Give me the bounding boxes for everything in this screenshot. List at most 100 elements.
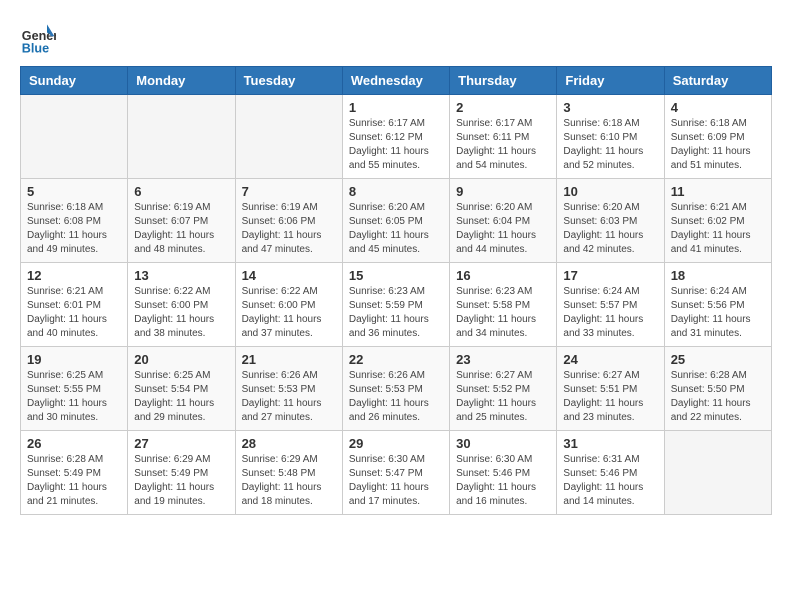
calendar-cell: 15 Sunrise: 6:23 AM Sunset: 5:59 PM Dayli… xyxy=(342,263,449,347)
calendar-cell: 30 Sunrise: 6:30 AM Sunset: 5:46 PM Dayli… xyxy=(450,431,557,515)
calendar-cell: 8Sunrise: 6:20 AM Sunset: 6:05 PM Daylig… xyxy=(342,179,449,263)
calendar-cell: 10Sunrise: 6:20 AM Sunset: 6:03 PM Dayli… xyxy=(557,179,664,263)
day-number: 18 xyxy=(671,268,765,283)
day-number: 26 xyxy=(27,436,121,451)
day-info: Sunrise: 6:18 AM Sunset: 6:09 PM Dayligh… xyxy=(671,117,765,173)
day-number: 30 xyxy=(456,436,550,451)
day-header-thursday: Thursday xyxy=(450,67,557,95)
calendar-cell: 28 Sunrise: 6:29 AM Sunset: 5:48 PM Dayli… xyxy=(235,431,342,515)
day-number: 11 xyxy=(671,184,765,199)
day-number: 28 xyxy=(242,436,336,451)
calendar-cell: 29 Sunrise: 6:30 AM Sunset: 5:47 PM Dayli… xyxy=(342,431,449,515)
day-info: Sunrise: 6:29 AM Sunset: 5:49 PM Dayligh… xyxy=(134,453,228,509)
day-info: Sunrise: 6:22 AM Sunset: 6:00 PM Dayligh… xyxy=(242,285,336,341)
calendar-cell: 20 Sunrise: 6:25 AM Sunset: 5:54 PM Dayli… xyxy=(128,347,235,431)
logo-icon: General Blue xyxy=(20,20,56,56)
day-number: 1 xyxy=(349,100,443,115)
calendar-cell: 17 Sunrise: 6:24 AM Sunset: 5:57 PM Dayli… xyxy=(557,263,664,347)
day-info: Sunrise: 6:23 AM Sunset: 5:58 PM Dayligh… xyxy=(456,285,550,341)
day-number: 6 xyxy=(134,184,228,199)
day-info: Sunrise: 6:26 AM Sunset: 5:53 PM Dayligh… xyxy=(349,369,443,425)
day-info: Sunrise: 6:20 AM Sunset: 6:04 PM Dayligh… xyxy=(456,201,550,257)
calendar-cell: 23Sunrise: 6:27 AM Sunset: 5:52 PM Dayli… xyxy=(450,347,557,431)
calendar-cell: 27 Sunrise: 6:29 AM Sunset: 5:49 PM Dayli… xyxy=(128,431,235,515)
day-info: Sunrise: 6:23 AM Sunset: 5:59 PM Dayligh… xyxy=(349,285,443,341)
day-info: Sunrise: 6:18 AM Sunset: 6:10 PM Dayligh… xyxy=(563,117,657,173)
calendar-cell: 6 Sunrise: 6:19 AM Sunset: 6:07 PM Daylig… xyxy=(128,179,235,263)
calendar-cell: 22Sunrise: 6:26 AM Sunset: 5:53 PM Dayli… xyxy=(342,347,449,431)
day-info: Sunrise: 6:31 AM Sunset: 5:46 PM Dayligh… xyxy=(563,453,657,509)
day-info: Sunrise: 6:17 AM Sunset: 6:11 PM Dayligh… xyxy=(456,117,550,173)
day-info: Sunrise: 6:30 AM Sunset: 5:47 PM Dayligh… xyxy=(349,453,443,509)
day-info: Sunrise: 6:21 AM Sunset: 6:02 PM Dayligh… xyxy=(671,201,765,257)
day-number: 15 xyxy=(349,268,443,283)
calendar-cell: 4 Sunrise: 6:18 AM Sunset: 6:09 PM Daylig… xyxy=(664,95,771,179)
day-info: Sunrise: 6:28 AM Sunset: 5:50 PM Dayligh… xyxy=(671,369,765,425)
calendar-cell: 18Sunrise: 6:24 AM Sunset: 5:56 PM Dayli… xyxy=(664,263,771,347)
day-info: Sunrise: 6:28 AM Sunset: 5:49 PM Dayligh… xyxy=(27,453,121,509)
calendar-cell: 16 Sunrise: 6:23 AM Sunset: 5:58 PM Dayli… xyxy=(450,263,557,347)
calendar-cell: 9Sunrise: 6:20 AM Sunset: 6:04 PM Daylig… xyxy=(450,179,557,263)
day-number: 24 xyxy=(563,352,657,367)
day-info: Sunrise: 6:26 AM Sunset: 5:53 PM Dayligh… xyxy=(242,369,336,425)
calendar-week-5: 26 Sunrise: 6:28 AM Sunset: 5:49 PM Dayli… xyxy=(21,431,772,515)
calendar-table: SundayMondayTuesdayWednesdayThursdayFrid… xyxy=(20,66,772,515)
day-header-monday: Monday xyxy=(128,67,235,95)
calendar-header-row: SundayMondayTuesdayWednesdayThursdayFrid… xyxy=(21,67,772,95)
day-number: 7 xyxy=(242,184,336,199)
day-info: Sunrise: 6:21 AM Sunset: 6:01 PM Dayligh… xyxy=(27,285,121,341)
day-info: Sunrise: 6:19 AM Sunset: 6:06 PM Dayligh… xyxy=(242,201,336,257)
day-header-friday: Friday xyxy=(557,67,664,95)
calendar-cell xyxy=(128,95,235,179)
day-number: 4 xyxy=(671,100,765,115)
calendar-cell: 24 Sunrise: 6:27 AM Sunset: 5:51 PM Dayli… xyxy=(557,347,664,431)
day-info: Sunrise: 6:27 AM Sunset: 5:51 PM Dayligh… xyxy=(563,369,657,425)
calendar-cell: 25 Sunrise: 6:28 AM Sunset: 5:50 PM Dayli… xyxy=(664,347,771,431)
calendar-cell: 26 Sunrise: 6:28 AM Sunset: 5:49 PM Dayli… xyxy=(21,431,128,515)
day-number: 20 xyxy=(134,352,228,367)
day-info: Sunrise: 6:19 AM Sunset: 6:07 PM Dayligh… xyxy=(134,201,228,257)
calendar-cell: 2 Sunrise: 6:17 AM Sunset: 6:11 PM Daylig… xyxy=(450,95,557,179)
day-info: Sunrise: 6:27 AM Sunset: 5:52 PM Dayligh… xyxy=(456,369,550,425)
day-number: 3 xyxy=(563,100,657,115)
day-info: Sunrise: 6:24 AM Sunset: 5:57 PM Dayligh… xyxy=(563,285,657,341)
day-header-sunday: Sunday xyxy=(21,67,128,95)
calendar-cell xyxy=(235,95,342,179)
calendar-cell: 11 Sunrise: 6:21 AM Sunset: 6:02 PM Dayli… xyxy=(664,179,771,263)
calendar-cell: 21 Sunrise: 6:26 AM Sunset: 5:53 PM Dayli… xyxy=(235,347,342,431)
calendar-cell: 19 Sunrise: 6:25 AM Sunset: 5:55 PM Dayli… xyxy=(21,347,128,431)
day-info: Sunrise: 6:25 AM Sunset: 5:55 PM Dayligh… xyxy=(27,369,121,425)
day-number: 21 xyxy=(242,352,336,367)
day-info: Sunrise: 6:25 AM Sunset: 5:54 PM Dayligh… xyxy=(134,369,228,425)
calendar-cell: 3 Sunrise: 6:18 AM Sunset: 6:10 PM Daylig… xyxy=(557,95,664,179)
page-header: General Blue xyxy=(20,20,772,56)
day-number: 2 xyxy=(456,100,550,115)
day-number: 16 xyxy=(456,268,550,283)
day-number: 25 xyxy=(671,352,765,367)
day-info: Sunrise: 6:22 AM Sunset: 6:00 PM Dayligh… xyxy=(134,285,228,341)
logo: General Blue xyxy=(20,20,60,56)
calendar-week-2: 5 Sunrise: 6:18 AM Sunset: 6:08 PM Daylig… xyxy=(21,179,772,263)
day-number: 13 xyxy=(134,268,228,283)
calendar-cell xyxy=(21,95,128,179)
svg-text:Blue: Blue xyxy=(22,41,49,55)
day-info: Sunrise: 6:17 AM Sunset: 6:12 PM Dayligh… xyxy=(349,117,443,173)
day-number: 17 xyxy=(563,268,657,283)
calendar-cell: 7 Sunrise: 6:19 AM Sunset: 6:06 PM Daylig… xyxy=(235,179,342,263)
day-header-wednesday: Wednesday xyxy=(342,67,449,95)
day-number: 31 xyxy=(563,436,657,451)
calendar-cell: 5 Sunrise: 6:18 AM Sunset: 6:08 PM Daylig… xyxy=(21,179,128,263)
day-number: 5 xyxy=(27,184,121,199)
calendar-cell: 13 Sunrise: 6:22 AM Sunset: 6:00 PM Dayli… xyxy=(128,263,235,347)
day-info: Sunrise: 6:18 AM Sunset: 6:08 PM Dayligh… xyxy=(27,201,121,257)
day-info: Sunrise: 6:30 AM Sunset: 5:46 PM Dayligh… xyxy=(456,453,550,509)
day-number: 29 xyxy=(349,436,443,451)
day-number: 27 xyxy=(134,436,228,451)
day-number: 14 xyxy=(242,268,336,283)
calendar-cell: 31 Sunrise: 6:31 AM Sunset: 5:46 PM Dayli… xyxy=(557,431,664,515)
day-info: Sunrise: 6:20 AM Sunset: 6:05 PM Dayligh… xyxy=(349,201,443,257)
day-number: 19 xyxy=(27,352,121,367)
day-number: 12 xyxy=(27,268,121,283)
day-info: Sunrise: 6:29 AM Sunset: 5:48 PM Dayligh… xyxy=(242,453,336,509)
calendar-week-4: 19 Sunrise: 6:25 AM Sunset: 5:55 PM Dayli… xyxy=(21,347,772,431)
